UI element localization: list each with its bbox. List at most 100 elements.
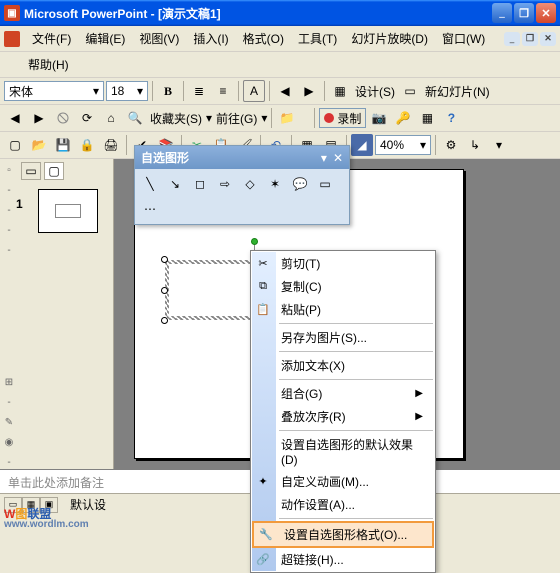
rail-btn-1[interactable]: ▫	[2, 163, 16, 177]
menu-file[interactable]: 文件(F)	[26, 28, 77, 49]
ctx-hyperlink[interactable]: 🔗超链接(H)...	[251, 548, 435, 571]
autoshapes-close-button[interactable]: ✕	[333, 151, 343, 165]
resize-handle-nw[interactable]	[161, 256, 168, 263]
gear-button[interactable]: ⚙	[440, 134, 462, 156]
resize-handle-sw[interactable]	[161, 317, 168, 324]
ctx-custom-animation[interactable]: ✦自定义动画(M)...	[251, 470, 435, 493]
favorites-button[interactable]: 收藏夹(S)	[148, 110, 204, 127]
menu-edit[interactable]: 编辑(E)	[79, 28, 131, 49]
animation-icon: ✦	[255, 474, 271, 490]
rail-btn-2[interactable]: -	[2, 183, 16, 197]
ctx-group[interactable]: 组合(G)▶	[251, 382, 435, 405]
ctx-copy-label: 复制(C)	[281, 278, 322, 295]
font-grow-button[interactable]: A	[243, 80, 265, 102]
menu-format[interactable]: 格式(O)	[237, 28, 290, 49]
shape-lines-button[interactable]: ╲	[139, 173, 161, 195]
permission-button[interactable]: 🔒	[76, 134, 98, 156]
rail-btn-4[interactable]: -	[2, 223, 16, 237]
resize-handle-w[interactable]	[161, 287, 168, 294]
new-slide-button[interactable]: 新幻灯片(N)	[423, 83, 492, 100]
print-button[interactable]: 🖨	[100, 134, 122, 156]
shape-stars-button[interactable]: ✶	[264, 173, 286, 195]
slides-tab[interactable]: ▢	[44, 162, 64, 180]
shape-callouts-button[interactable]: 💬	[289, 173, 311, 195]
record-button[interactable]: 录制	[319, 108, 366, 128]
autoshapes-toolbar[interactable]: 自选图形 ▾ ✕ ╲ ↘ ◻ ⇨ ◇ ✶ 💬 ▭ ⋯	[134, 145, 350, 225]
close-button[interactable]: ✕	[536, 3, 556, 23]
mdi-restore-button[interactable]: ❐	[522, 32, 538, 46]
stop-button[interactable]	[52, 107, 74, 129]
mdi-minimize-button[interactable]: _	[504, 32, 520, 46]
arrow-button[interactable]: ↳	[464, 134, 486, 156]
menu-window[interactable]: 窗口(W)	[436, 28, 491, 49]
bold-button[interactable]: B	[157, 80, 179, 102]
copy-icon: ⧉	[255, 279, 271, 295]
shape-flowchart-button[interactable]: ◇	[239, 173, 261, 195]
ctx-set-defaults[interactable]: 设置自选图形的默认效果(D)	[251, 433, 435, 470]
ctx-save-as-picture[interactable]: 另存为图片(S)...	[251, 326, 435, 349]
home-button[interactable]: ⌂	[100, 107, 122, 129]
design-icon: ▦	[329, 80, 351, 102]
rail-btn-a[interactable]: ⊞	[2, 375, 16, 389]
outline-tab[interactable]: ▭	[21, 162, 41, 180]
ctx-order-label: 叠放次序(R)	[281, 408, 346, 425]
increase-indent-button[interactable]: ▶	[298, 80, 320, 102]
search-web-button[interactable]: 🔍	[124, 107, 146, 129]
design-button[interactable]: 设计(S)	[353, 83, 397, 100]
refresh-button[interactable]: ⟳	[76, 107, 98, 129]
ctx-order[interactable]: 叠放次序(R)▶	[251, 405, 435, 428]
key-button[interactable]: 🔑	[392, 107, 414, 129]
open-button[interactable]: 📂	[28, 134, 50, 156]
zoom-select[interactable]: 40%▾	[375, 135, 431, 155]
record-label: 录制	[337, 110, 361, 127]
rail-btn-3[interactable]: -	[2, 203, 16, 217]
folder-button[interactable]: 📁	[276, 107, 298, 129]
rail-btn-e[interactable]: -	[2, 455, 16, 469]
rail-btn-d[interactable]: ◉	[2, 435, 16, 449]
shape-basic-button[interactable]: ◻	[189, 173, 211, 195]
back-button[interactable]: ◀	[4, 107, 26, 129]
font-name-select[interactable]: 宋体▾	[4, 81, 104, 101]
rail-btn-5[interactable]: -	[2, 243, 16, 257]
formatting-toolbar: 宋体▾ 18▾ B ≣ ≡ A ◀ ▶ ▦ 设计(S) ▭ 新幻灯片(N)	[0, 78, 560, 105]
bullets-button[interactable]: ≣	[188, 80, 210, 102]
ctx-add-text[interactable]: 添加文本(X)	[251, 354, 435, 377]
numbering-button[interactable]: ≡	[212, 80, 234, 102]
new-button[interactable]: ▢	[4, 134, 26, 156]
menu-help[interactable]: 帮助(H)	[22, 54, 75, 75]
menu-slideshow[interactable]: 幻灯片放映(D)	[345, 28, 434, 49]
watermark: W图联盟 www.wordlm.com	[4, 502, 89, 530]
restore-button[interactable]: ❐	[514, 3, 534, 23]
shape-action-button[interactable]: ▭	[314, 173, 336, 195]
menu-insert[interactable]: 插入(I)	[187, 28, 234, 49]
decrease-indent-button[interactable]: ◀	[274, 80, 296, 102]
mdi-close-button[interactable]: ✕	[540, 32, 556, 46]
help-button[interactable]: ?	[440, 107, 462, 129]
ctx-action-settings[interactable]: 动作设置(A)...	[251, 493, 435, 516]
save-button[interactable]: 💾	[52, 134, 74, 156]
notes-placeholder: 单击此处添加备注	[8, 476, 104, 490]
camera-button[interactable]: 📷	[368, 107, 390, 129]
color-button[interactable]: ◢	[351, 134, 373, 156]
menu-view[interactable]: 视图(V)	[133, 28, 185, 49]
ctx-format-autoshape[interactable]: 🔧设置自选图形格式(O)...	[252, 521, 434, 548]
forward-button[interactable]: ▶	[28, 107, 50, 129]
rail-btn-b[interactable]: -	[2, 395, 16, 409]
font-size-select[interactable]: 18▾	[106, 81, 148, 101]
shape-connectors-button[interactable]: ↘	[164, 173, 186, 195]
goto-button[interactable]: 前往(G)	[214, 110, 259, 127]
ctx-copy[interactable]: ⧉ 复制(C)	[251, 275, 435, 298]
shape-block-arrows-button[interactable]: ⇨	[214, 173, 236, 195]
doc-button[interactable]: ▦	[416, 107, 438, 129]
font-size-value: 18	[111, 84, 124, 98]
autoshapes-options-button[interactable]: ▾	[321, 151, 327, 165]
minimize-button[interactable]: _	[492, 3, 512, 23]
menu-tools[interactable]: 工具(T)	[292, 28, 343, 49]
ctx-cut[interactable]: ✂剪切(T)	[251, 252, 435, 275]
rotate-handle[interactable]	[251, 238, 258, 245]
slide-thumbnail-1[interactable]	[38, 189, 98, 233]
misc-button[interactable]: ▾	[488, 134, 510, 156]
shape-more-button[interactable]: ⋯	[139, 198, 161, 220]
ctx-paste[interactable]: 📋粘贴(P)	[251, 298, 435, 321]
rail-btn-c[interactable]: ✎	[2, 415, 16, 429]
